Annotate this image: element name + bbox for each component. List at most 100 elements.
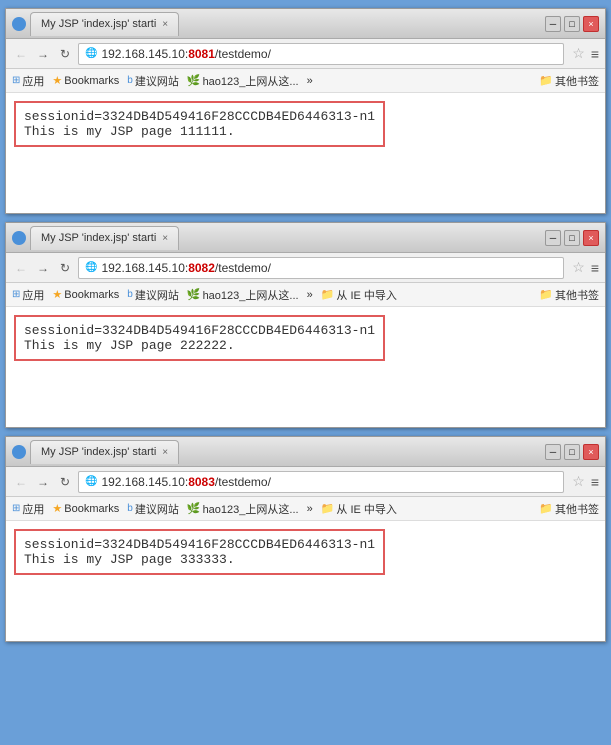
title-bar-2: My JSP 'index.jsp' starti × ─ □ ×	[6, 223, 605, 253]
address-bar-3[interactable]: 🌐 192.168.145.10:8083/testdemo/	[78, 471, 564, 493]
folder-label-1: 其他书签	[555, 73, 599, 89]
refresh-btn-3[interactable]: ↻	[56, 473, 74, 491]
url-port-3: 8083	[188, 475, 215, 489]
more-bookmark-3[interactable]: »	[307, 503, 313, 515]
back-btn-2[interactable]: ←	[12, 259, 30, 277]
minimize-btn-1[interactable]: ─	[545, 16, 561, 32]
folder-label-2: 其他书签	[555, 287, 599, 303]
more-label-1: »	[307, 75, 313, 87]
site1-bookmark-3[interactable]: b 建议网站	[127, 501, 179, 517]
content-box-3: sessionid=3324DB4D549416F28CCCDB4ED64463…	[14, 529, 385, 575]
star-icon-3[interactable]: ☆	[572, 473, 585, 490]
site2-bookmark-3[interactable]: 🌿 hao123_上网从这...	[187, 501, 299, 517]
lock-icon-2: 🌐	[85, 262, 97, 273]
ie-import-2[interactable]: 📁 从 IE 中导入	[321, 287, 397, 303]
site1-bookmark-2[interactable]: b 建议网站	[127, 287, 179, 303]
content-area-3: sessionid=3324DB4D549416F28CCCDB4ED64463…	[6, 521, 605, 641]
apps-grid-icon-1: ⊞	[12, 75, 20, 86]
other-folder-2[interactable]: 📁 其他书签	[539, 287, 599, 303]
close-btn-1[interactable]: ×	[583, 16, 599, 32]
site2-icon-1: 🌿	[187, 74, 201, 87]
ie-icon-3: 📁	[321, 502, 335, 515]
apps-bookmark-1[interactable]: ⊞ 应用	[12, 73, 44, 89]
bookmarks-item-1[interactable]: ★ Bookmarks	[52, 74, 119, 87]
url-prefix-2: 192.168.145.10:	[101, 261, 188, 275]
browser-icon-2	[12, 231, 26, 245]
page-line-3: This is my JSP page 333333.	[24, 552, 375, 567]
site2-bookmark-1[interactable]: 🌿 hao123_上网从这...	[187, 73, 299, 89]
title-bar-left-3: My JSP 'index.jsp' starti ×	[12, 440, 181, 464]
tab-1[interactable]: My JSP 'index.jsp' starti ×	[30, 12, 179, 36]
menu-icon-1[interactable]: ≡	[591, 46, 599, 62]
apps-grid-icon-3: ⊞	[12, 503, 20, 514]
nav-bar-2: ← → ↻ 🌐 192.168.145.10:8082/testdemo/ ☆ …	[6, 253, 605, 283]
site2-icon-2: 🌿	[187, 288, 201, 301]
star-icon-2[interactable]: ☆	[572, 259, 585, 276]
content-area-2: sessionid=3324DB4D549416F28CCCDB4ED64463…	[6, 307, 605, 427]
bookmarks-label-1: Bookmarks	[64, 75, 119, 87]
apps-label-2: 应用	[22, 287, 44, 303]
session-line-1: sessionid=3324DB4D549416F28CCCDB4ED64463…	[24, 109, 375, 124]
other-folder-3[interactable]: 📁 其他书签	[539, 501, 599, 517]
site1-icon-3: b	[127, 503, 133, 514]
star-icon-1[interactable]: ☆	[572, 45, 585, 62]
forward-btn-3[interactable]: →	[34, 473, 52, 491]
bookmarks-bar-2: ⊞ 应用 ★ Bookmarks b 建议网站 🌿 hao123_上网从这...…	[6, 283, 605, 307]
tab-close-2[interactable]: ×	[162, 233, 168, 244]
site1-icon-1: b	[127, 75, 133, 86]
refresh-btn-2[interactable]: ↻	[56, 259, 74, 277]
address-bar-2[interactable]: 🌐 192.168.145.10:8082/testdemo/	[78, 257, 564, 279]
browser-icon-3	[12, 445, 26, 459]
tab-close-3[interactable]: ×	[162, 447, 168, 458]
menu-icon-3[interactable]: ≡	[591, 474, 599, 490]
address-text-3: 192.168.145.10:8083/testdemo/	[101, 475, 557, 489]
content-box-2: sessionid=3324DB4D549416F28CCCDB4ED64463…	[14, 315, 385, 361]
address-text-2: 192.168.145.10:8082/testdemo/	[101, 261, 557, 275]
title-bar-left-1: My JSP 'index.jsp' starti ×	[12, 12, 181, 36]
menu-icon-2[interactable]: ≡	[591, 260, 599, 276]
apps-bookmark-2[interactable]: ⊞ 应用	[12, 287, 44, 303]
close-btn-3[interactable]: ×	[583, 444, 599, 460]
site1-bookmark-1[interactable]: b 建议网站	[127, 73, 179, 89]
bookmarks-bar-1: ⊞ 应用 ★ Bookmarks b 建议网站 🌿 hao123_上网从这...…	[6, 69, 605, 93]
back-btn-1[interactable]: ←	[12, 45, 30, 63]
window-controls-1: ─ □ ×	[545, 16, 599, 32]
ie-import-3[interactable]: 📁 从 IE 中导入	[321, 501, 397, 517]
more-label-3: »	[307, 503, 313, 515]
forward-btn-1[interactable]: →	[34, 45, 52, 63]
folder-icon-3: 📁	[539, 502, 553, 515]
tab-close-1[interactable]: ×	[162, 19, 168, 30]
page-line-2: This is my JSP page 222222.	[24, 338, 375, 353]
close-btn-2[interactable]: ×	[583, 230, 599, 246]
url-port-1: 8081	[188, 47, 215, 61]
more-label-2: »	[307, 289, 313, 301]
minimize-btn-3[interactable]: ─	[545, 444, 561, 460]
tab-2[interactable]: My JSP 'index.jsp' starti ×	[30, 226, 179, 250]
site2-bookmark-2[interactable]: 🌿 hao123_上网从这...	[187, 287, 299, 303]
apps-label-1: 应用	[22, 73, 44, 89]
refresh-btn-1[interactable]: ↻	[56, 45, 74, 63]
more-bookmark-1[interactable]: »	[307, 75, 313, 87]
maximize-btn-2[interactable]: □	[564, 230, 580, 246]
address-bar-1[interactable]: 🌐 192.168.145.10:8081/testdemo/	[78, 43, 564, 65]
apps-label-3: 应用	[22, 501, 44, 517]
maximize-btn-3[interactable]: □	[564, 444, 580, 460]
more-bookmark-2[interactable]: »	[307, 289, 313, 301]
site1-icon-2: b	[127, 289, 133, 300]
bookmarks-item-2[interactable]: ★ Bookmarks	[52, 288, 119, 301]
other-folder-1[interactable]: 📁 其他书签	[539, 73, 599, 89]
title-bar-3: My JSP 'index.jsp' starti × ─ □ ×	[6, 437, 605, 467]
lock-icon-1: 🌐	[85, 48, 97, 59]
bookmarks-item-3[interactable]: ★ Bookmarks	[52, 502, 119, 515]
tab-3[interactable]: My JSP 'index.jsp' starti ×	[30, 440, 179, 464]
folder-icon-2: 📁	[539, 288, 553, 301]
site2-label-1: hao123_上网从这...	[203, 73, 299, 89]
site2-label-2: hao123_上网从这...	[203, 287, 299, 303]
tab-label-1: My JSP 'index.jsp' starti	[41, 18, 156, 30]
maximize-btn-1[interactable]: □	[564, 16, 580, 32]
forward-btn-2[interactable]: →	[34, 259, 52, 277]
back-btn-3[interactable]: ←	[12, 473, 30, 491]
minimize-btn-2[interactable]: ─	[545, 230, 561, 246]
apps-bookmark-3[interactable]: ⊞ 应用	[12, 501, 44, 517]
site1-label-2: 建议网站	[135, 287, 179, 303]
